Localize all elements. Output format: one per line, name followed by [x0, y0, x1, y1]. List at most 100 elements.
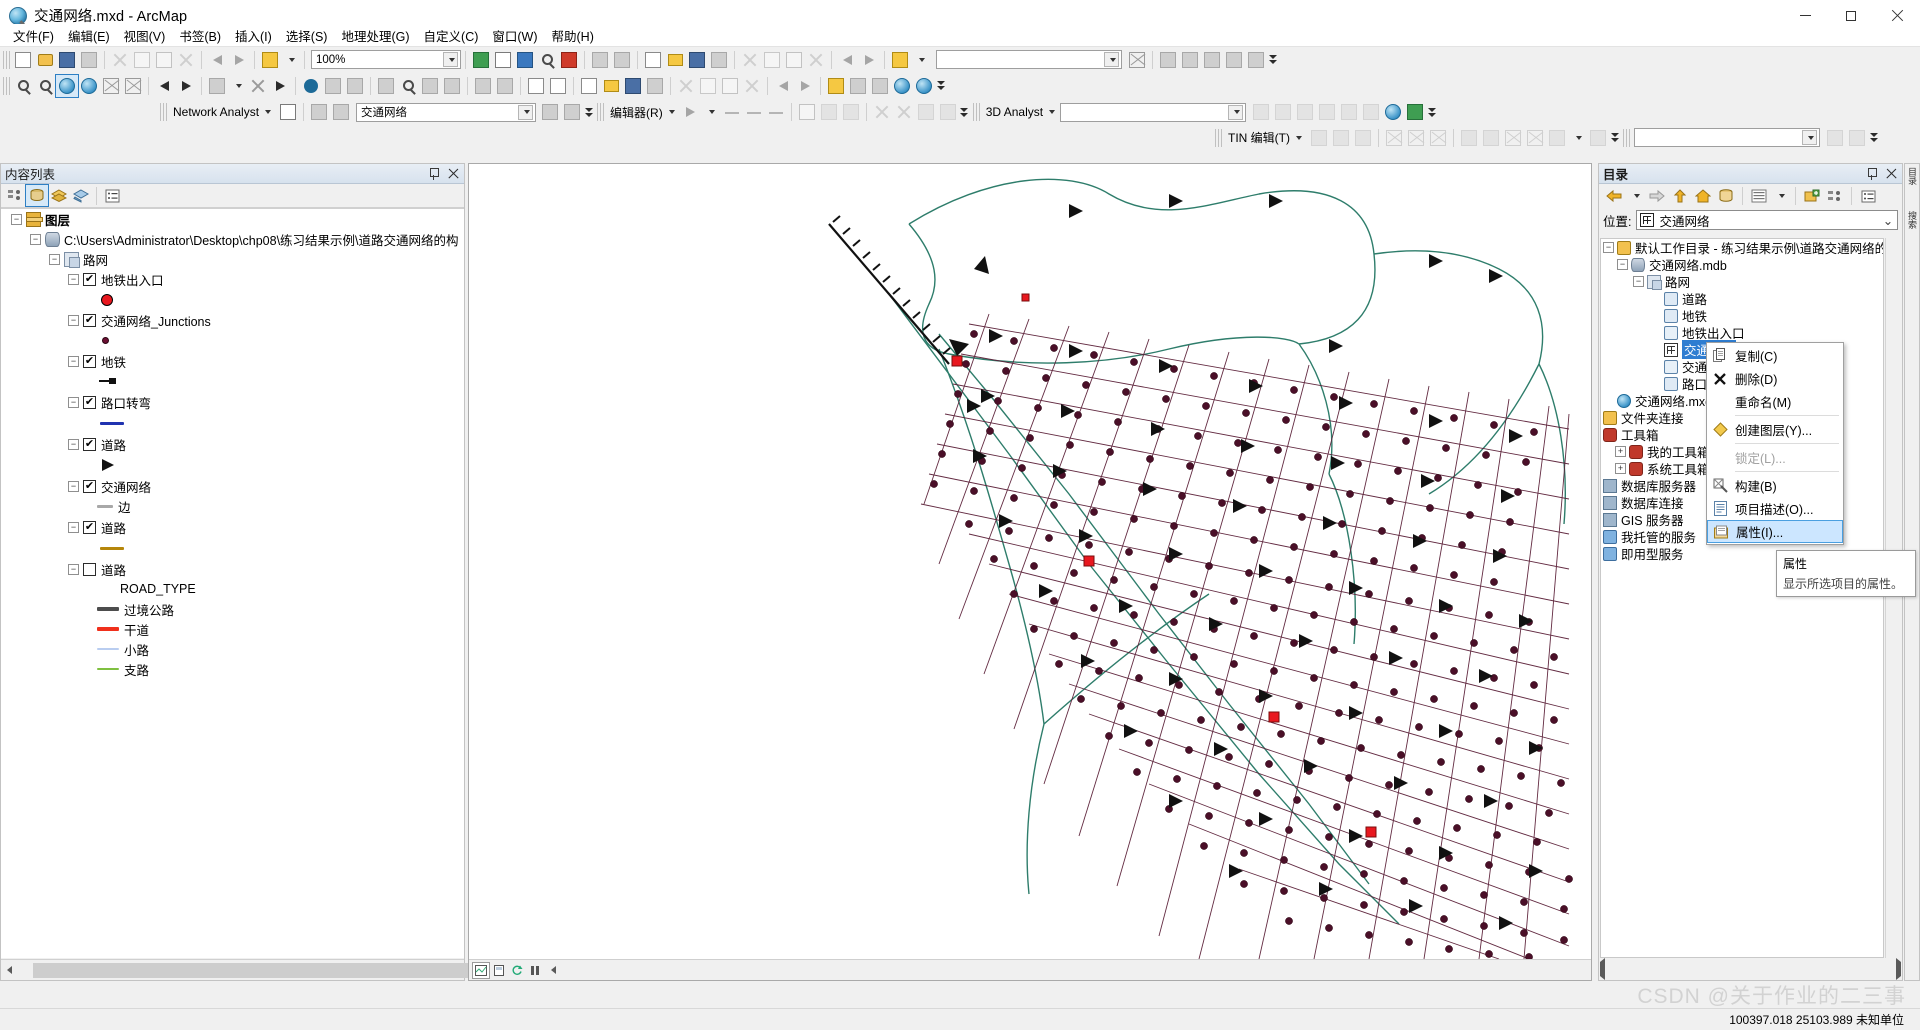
na-window-icon[interactable]: [277, 101, 299, 123]
context-menu-properties[interactable]: 属性(I)...: [1707, 520, 1843, 543]
geostat-wizard-icon[interactable]: [1824, 127, 1846, 149]
catalog-vertical-scrollbar[interactable]: [1885, 238, 1901, 958]
map-view[interactable]: [468, 163, 1592, 981]
analyst3d-grip[interactable]: [972, 103, 980, 121]
menu-customize[interactable]: 自定义(C): [417, 24, 486, 47]
full-extent-icon[interactable]: [78, 75, 100, 97]
toggle-2-button[interactable]: [1179, 49, 1201, 71]
menu-edit[interactable]: 编辑(E): [61, 24, 117, 47]
toolbar-overflow-2[interactable]: [935, 76, 946, 96]
toc-close-icon[interactable]: [447, 167, 460, 180]
toggle-4-button[interactable]: [1223, 49, 1245, 71]
catalog-back-dropdown[interactable]: [1626, 187, 1645, 206]
tin-add-point-icon[interactable]: [1308, 127, 1330, 149]
cut-button[interactable]: [109, 49, 131, 71]
arctoolbox-button[interactable]: [558, 49, 580, 71]
a3d-overflow[interactable]: [1426, 102, 1437, 122]
menu-selection[interactable]: 选择(S): [279, 24, 335, 47]
edit-attributes-icon[interactable]: [796, 101, 818, 123]
expander-catalog-roadnet[interactable]: −: [1633, 276, 1644, 287]
save-button[interactable]: [56, 49, 78, 71]
menu-bookmarks[interactable]: 书签(B): [172, 24, 228, 47]
a3d-scene-icon[interactable]: [1360, 101, 1382, 123]
toc-list-by-drawing-order-icon[interactable]: [4, 185, 26, 206]
toolbar-overflow-1[interactable]: [1267, 50, 1278, 70]
expander-system-toolboxes[interactable]: +: [1615, 463, 1626, 474]
html-popup-icon[interactable]: [344, 75, 366, 97]
save-file-icon[interactable]: [622, 75, 644, 97]
toc-row-network[interactable]: − ✔ 交通网络: [1, 476, 464, 496]
hyperlink-icon[interactable]: [322, 75, 344, 97]
add-data-button[interactable]: [259, 49, 281, 71]
tin-select-node-icon[interactable]: [1480, 127, 1502, 149]
tin-edge-1-icon[interactable]: [1383, 127, 1405, 149]
create-viewer-icon[interactable]: [494, 75, 516, 97]
expander-subway[interactable]: −: [68, 355, 79, 367]
analyst3d-layer-combo[interactable]: [1060, 102, 1247, 122]
menu-insert[interactable]: 插入(I): [228, 24, 279, 47]
copy2-button[interactable]: [761, 49, 783, 71]
geostat-layer-combo[interactable]: [1634, 128, 1820, 147]
a3d-globe-icon[interactable]: [1382, 101, 1404, 123]
map-scale-combo[interactable]: 100%: [311, 50, 461, 69]
layout-page-icon[interactable]: [547, 75, 569, 97]
search-window-button[interactable]: [536, 49, 558, 71]
map-canvas[interactable]: [469, 164, 1591, 959]
cut3-icon[interactable]: [675, 75, 697, 97]
toc-row-datasource[interactable]: − C:\Users\Administrator\Desktop\chp08\练…: [1, 229, 464, 249]
go-next-extent-icon[interactable]: [175, 75, 197, 97]
extra-a-icon[interactable]: [847, 75, 869, 97]
catalog-view-list-icon[interactable]: [1748, 185, 1770, 207]
na-solve-icon[interactable]: [330, 101, 352, 123]
expander-roads-3[interactable]: −: [68, 563, 79, 575]
checkbox-junctions[interactable]: ✔: [83, 313, 96, 327]
global-search-combo[interactable]: [936, 50, 1122, 69]
table-of-contents-button[interactable]: [492, 49, 514, 71]
paste-button[interactable]: [153, 49, 175, 71]
catalog-row-mdb[interactable]: − 交通网络.mdb: [1601, 256, 1883, 273]
open-button[interactable]: [34, 49, 56, 71]
zoom-in-icon[interactable]: [12, 75, 34, 97]
add-data3-icon[interactable]: [825, 75, 847, 97]
add-data-dropdown[interactable]: [281, 50, 300, 69]
catalog-close-icon[interactable]: [1885, 167, 1898, 180]
checkbox-roads-1[interactable]: ✔: [83, 437, 96, 451]
context-menu-rename[interactable]: 重命名(M): [1707, 390, 1843, 413]
editor-menu[interactable]: 编辑器(R): [606, 104, 667, 121]
toc-legend-expressway[interactable]: 过境公路: [1, 599, 464, 619]
time-slider-icon[interactable]: [472, 75, 494, 97]
expander-roads-2[interactable]: −: [68, 521, 79, 533]
edit-sketch-icon[interactable]: [818, 101, 840, 123]
copy-button[interactable]: [131, 49, 153, 71]
undo3-icon[interactable]: [772, 75, 794, 97]
undo2-button[interactable]: [836, 49, 858, 71]
model-builder-button[interactable]: [611, 49, 633, 71]
checkbox-roads-2[interactable]: ✔: [83, 520, 96, 534]
catalog-back-icon[interactable]: [1603, 185, 1625, 207]
toc-legend-path[interactable]: 小路: [1, 639, 464, 659]
measure-icon[interactable]: [375, 75, 397, 97]
toc-horizontal-scrollbar[interactable]: [1, 959, 763, 980]
toc-row-roads-2[interactable]: − ✔ 道路: [1, 517, 464, 537]
toc-row-subway[interactable]: − ✔ 地铁: [1, 351, 464, 371]
toc-tree[interactable]: − 图层 − C:\Users\Administrator\Desktop\ch…: [1, 208, 464, 958]
menu-geoprocessing[interactable]: 地理处理(G): [334, 24, 416, 47]
side-tab-search[interactable]: 搜索: [1905, 211, 1919, 229]
toc-list-by-selection-icon[interactable]: [70, 185, 92, 206]
pan-icon[interactable]: [55, 73, 79, 98]
checkbox-network[interactable]: ✔: [83, 479, 96, 493]
expander-roadnet[interactable]: −: [49, 253, 60, 265]
catalog-view-dropdown[interactable]: [1771, 187, 1790, 206]
na-create-location-icon[interactable]: [308, 101, 330, 123]
na-directions-icon[interactable]: [539, 101, 561, 123]
catalog-window-button[interactable]: [514, 49, 536, 71]
toc-row-roads-3[interactable]: − 道路: [1, 559, 464, 579]
extra-b-icon[interactable]: [869, 75, 891, 97]
fixed-zoom-in-icon[interactable]: [100, 75, 122, 97]
delete3-icon[interactable]: [741, 75, 763, 97]
catalog-row-default-workspace[interactable]: − 默认工作目录 - 练习结果示例\道路交通网络的构建: [1601, 239, 1883, 256]
toc-row-subway-entrance[interactable]: − ✔ 地铁出入口: [1, 269, 464, 289]
checkbox-turns[interactable]: ✔: [83, 395, 96, 409]
catalog-autohide-pin-icon[interactable]: [1865, 167, 1879, 181]
toc-legend-branch[interactable]: 支路: [1, 659, 464, 679]
